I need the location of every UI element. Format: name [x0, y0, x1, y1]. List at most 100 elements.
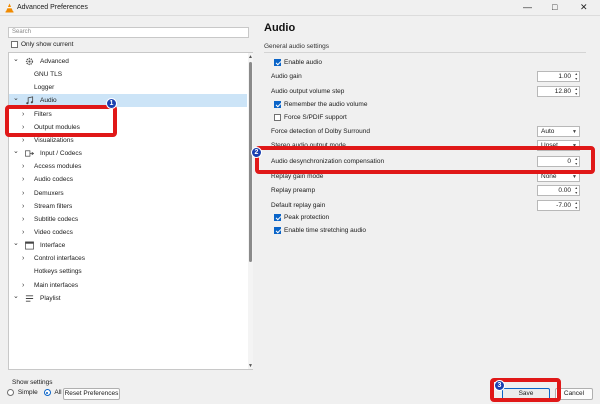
spin-arrows-icon[interactable]: ▲ ▼	[575, 72, 578, 81]
tree-item-control-interfaces[interactable]: › Control interfaces	[9, 252, 247, 265]
tree-item-label: Control interfaces	[34, 255, 85, 263]
enable-audio-checkbox[interactable]: Enable audio	[271, 59, 322, 66]
checkbox-box[interactable]	[274, 227, 281, 234]
tree-item-interface[interactable]: ⌄ Interface	[9, 239, 247, 252]
dolby-value: Auto	[541, 128, 555, 135]
input-codecs-icon	[25, 149, 35, 158]
chevron-right-icon[interactable]: ›	[22, 213, 24, 226]
checkbox-box[interactable]	[274, 114, 281, 121]
tree-item-main-interfaces[interactable]: › Main interfaces	[9, 279, 247, 292]
tree-item-advanced[interactable]: ⌄ Advanced	[9, 55, 247, 68]
volume-step-spinbox[interactable]: 12.80 ▲ ▼	[537, 86, 580, 97]
volume-step-label: Audio output volume step	[271, 88, 345, 95]
simple-radio[interactable]	[7, 389, 14, 396]
tree-item-logger[interactable]: Logger	[9, 81, 247, 94]
reset-preferences-button[interactable]: Reset Preferences	[63, 388, 120, 400]
tree-item-subtitle-codecs[interactable]: › Subtitle codecs	[9, 213, 247, 226]
close-icon[interactable]: ✕	[580, 2, 588, 12]
chevron-right-icon[interactable]: ›	[22, 279, 24, 292]
audio-gain-label: Audio gain	[271, 73, 302, 80]
enable-audio-label: Enable audio	[284, 59, 322, 66]
time-stretch-label: Enable time stretching audio	[284, 227, 367, 234]
maximize-icon[interactable]: □	[552, 2, 557, 12]
playlist-icon	[25, 294, 34, 303]
tree-item-playlist[interactable]: ⌄ Playlist	[9, 292, 247, 305]
checkbox-box[interactable]	[274, 59, 281, 66]
replay-gain-mode-value: None	[541, 173, 557, 180]
tree-item-access-modules[interactable]: › Access modules	[9, 160, 247, 173]
section-divider	[264, 52, 586, 53]
tree-item-label: Subtitle codecs	[34, 215, 79, 223]
only-show-current-label: Only show current	[21, 41, 74, 48]
checkbox-box[interactable]	[11, 41, 18, 48]
checkbox-box[interactable]	[274, 101, 281, 108]
checkbox-box[interactable]	[274, 214, 281, 221]
force-spdif-checkbox[interactable]: Force S/PDIF support	[271, 114, 347, 121]
chevron-down-icon: ▼	[572, 129, 577, 135]
replay-preamp-spinbox[interactable]: 0.00 ▲ ▼	[537, 185, 580, 196]
chevron-down-icon[interactable]: ⌄	[13, 92, 19, 105]
tree-item-stream-filters[interactable]: › Stream filters	[9, 200, 247, 213]
title-bar: Advanced Preferences — □ ✕	[0, 0, 600, 16]
dolby-label: Force detection of Dolby Surround	[271, 128, 370, 135]
tree-item-input-codecs[interactable]: ⌄ Input / Codecs	[9, 147, 247, 160]
spin-arrows-icon[interactable]: ▲ ▼	[575, 186, 578, 195]
spin-arrows-icon[interactable]: ▲ ▼	[575, 87, 578, 96]
highlight-box-audio	[5, 105, 117, 137]
scroll-down-icon[interactable]: ▼	[248, 363, 253, 369]
chevron-down-icon[interactable]: ⌄	[13, 53, 19, 66]
highlight-box-desync	[255, 146, 595, 174]
minimize-icon[interactable]: —	[523, 2, 532, 12]
panel-title: Audio	[264, 22, 296, 34]
tree-item-label: Access modules	[34, 163, 82, 171]
chevron-down-icon: ▼	[572, 174, 577, 180]
chevron-right-icon[interactable]: ›	[22, 160, 24, 173]
tree-item-label: Video codecs	[34, 228, 73, 236]
audio-gain-spinbox[interactable]: 1.00 ▲ ▼	[537, 71, 580, 82]
tree-scroll-thumb[interactable]	[249, 62, 252, 262]
section-heading: General audio settings	[264, 43, 330, 50]
tree-item-video-codecs[interactable]: › Video codecs	[9, 226, 247, 239]
default-replay-gain-value: -7.00	[556, 202, 571, 209]
tree-item-demuxers[interactable]: › Demuxers	[9, 187, 247, 200]
dolby-select[interactable]: Auto ▼	[537, 126, 580, 137]
tree-item-label: Audio codecs	[34, 176, 74, 184]
chevron-down-icon[interactable]: ⌄	[13, 237, 19, 250]
chevron-down-icon[interactable]: ⌄	[13, 290, 19, 303]
default-replay-gain-spinbox[interactable]: -7.00 ▲ ▼	[537, 200, 580, 211]
step-badge-3: 3	[494, 380, 505, 391]
show-settings-label: Show settings	[12, 379, 53, 386]
vlc-cone-icon	[5, 3, 14, 13]
tree-item-label: Advanced	[40, 58, 69, 65]
search-input[interactable]: Search	[8, 27, 249, 38]
all-radio-label: All	[54, 389, 62, 396]
tree-item-audio-codecs[interactable]: › Audio codecs	[9, 173, 247, 186]
window-title: Advanced Preferences	[17, 4, 88, 11]
only-show-current-checkbox[interactable]: Only show current	[8, 41, 73, 48]
chevron-right-icon[interactable]: ›	[22, 187, 24, 200]
spin-arrows-icon[interactable]: ▲ ▼	[575, 201, 578, 210]
tree-item-hotkeys-settings[interactable]: Hotkeys settings	[9, 265, 247, 278]
scroll-up-icon[interactable]: ▲	[248, 54, 253, 60]
step-badge-2: 2	[251, 147, 262, 158]
chevron-down-icon[interactable]: ⌄	[13, 145, 19, 158]
tree-item-label: Hotkeys settings	[34, 268, 82, 276]
replay-gain-mode-label: Replay gain mode	[271, 173, 324, 180]
time-stretch-checkbox[interactable]: Enable time stretching audio	[271, 227, 366, 234]
chevron-right-icon[interactable]: ›	[22, 252, 24, 265]
step-badge-1: 1	[106, 98, 117, 109]
show-settings-radios: Simple All	[7, 389, 62, 396]
tree-item-label: GNU TLS	[34, 71, 63, 79]
simple-radio-label: Simple	[17, 389, 38, 396]
tree-item-label: Demuxers	[34, 189, 64, 197]
chevron-right-icon[interactable]: ›	[22, 173, 24, 186]
tree-item-label: Input / Codecs	[40, 150, 82, 158]
volume-step-value: 12.80	[554, 88, 571, 95]
tree-item-gnu-tls[interactable]: GNU TLS	[9, 68, 247, 81]
chevron-right-icon[interactable]: ›	[22, 200, 24, 213]
peak-protection-checkbox[interactable]: Peak protection	[271, 214, 329, 221]
preferences-tree[interactable]: ⌄ Advanced GNU TLS Logger ⌄ Audio › Filters › Out…	[8, 52, 253, 370]
all-radio[interactable]	[43, 389, 51, 396]
remember-volume-checkbox[interactable]: Remember the audio volume	[271, 101, 367, 108]
chevron-right-icon[interactable]: ›	[22, 226, 24, 239]
